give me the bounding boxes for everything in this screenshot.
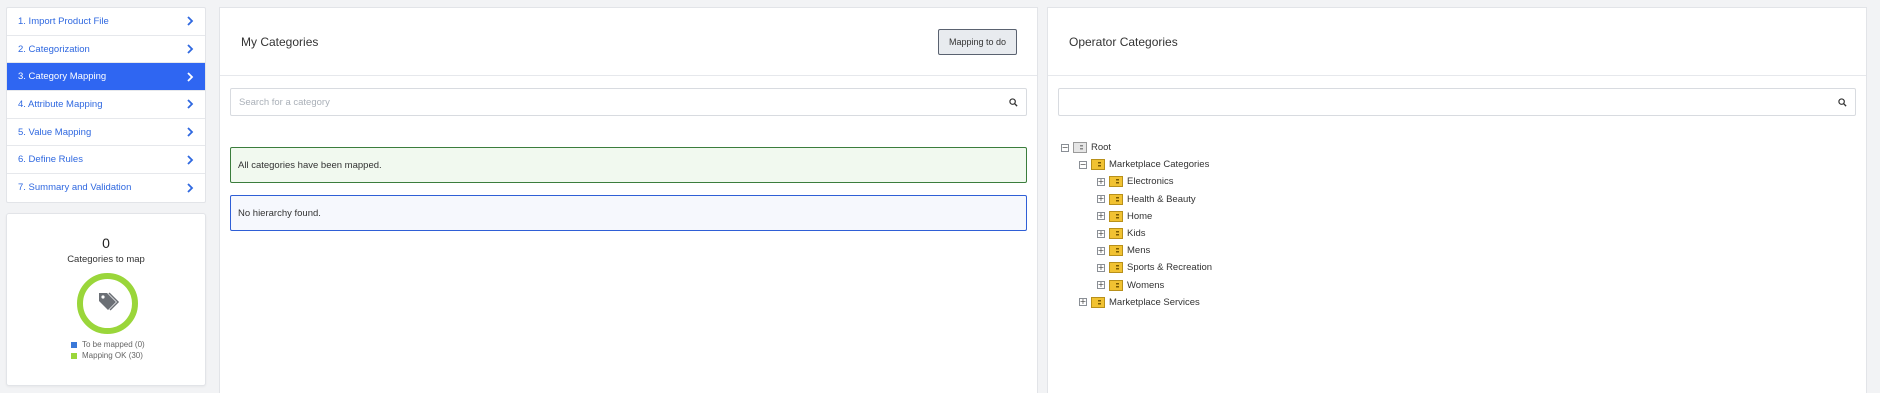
step-label: 3. Category Mapping (18, 71, 107, 83)
folder-icon (1109, 193, 1123, 205)
expand-icon[interactable]: + (1079, 298, 1087, 307)
step-summary-and-validation[interactable]: 7. Summary and Validation (7, 174, 205, 202)
mapping-to-do-button[interactable]: Mapping to do (937, 28, 1017, 55)
tree-node-label: Home (1127, 210, 1153, 222)
tree-node-label: Root (1091, 142, 1112, 154)
legend-item-mapping-ok: Mapping OK (30) (71, 350, 145, 361)
chevron-right-icon (185, 155, 195, 165)
expand-icon[interactable]: + (1097, 246, 1105, 255)
step-attribute-mapping[interactable]: 4. Attribute Mapping (7, 91, 205, 119)
operator-category-search (1058, 88, 1856, 116)
operator-search-input[interactable] (1067, 96, 1837, 108)
expand-icon[interactable]: + (1097, 229, 1105, 238)
folder-icon (1109, 176, 1123, 188)
operator-category-tree: − Root − Marketplace Categories + Electr… (1061, 139, 1212, 311)
expand-icon[interactable]: + (1097, 212, 1105, 221)
tree-node-label: Womens (1127, 279, 1165, 291)
legend-label: To be mapped (0) (82, 340, 145, 349)
expand-icon[interactable]: + (1097, 281, 1105, 290)
tag-icon (96, 290, 120, 317)
tree-node-kids[interactable]: + Kids (1061, 225, 1212, 242)
tree-node-label: Marketplace Services (1109, 296, 1200, 308)
step-import-product-file[interactable]: 1. Import Product File (7, 8, 205, 36)
step-categorization[interactable]: 2. Categorization (7, 36, 205, 64)
mapping-progress-ring (77, 273, 138, 334)
tree-node-marketplace-services[interactable]: + Marketplace Services (1061, 294, 1212, 311)
folder-icon (1109, 279, 1123, 291)
steps-nav: 1. Import Product File 2. Categorization… (6, 7, 206, 203)
chevron-right-icon (185, 16, 195, 26)
folder-icon (1109, 228, 1123, 240)
step-label: 1. Import Product File (18, 15, 109, 27)
chevron-right-icon (185, 99, 195, 110)
category-search-input[interactable] (239, 96, 1008, 108)
tree-node-womens[interactable]: + Womens (1061, 277, 1212, 294)
mapping-legend: To be mapped (0) Mapping OK (30) (71, 339, 145, 361)
folder-icon (1091, 296, 1105, 308)
chevron-right-icon (185, 44, 195, 54)
my-categories-panel: My Categories Mapping to do All categori… (219, 7, 1038, 393)
tree-node-electronics[interactable]: + Electronics (1061, 173, 1212, 190)
chevron-right-icon (185, 72, 195, 82)
operator-categories-panel: Operator Categories − Root − Marketplace… (1047, 7, 1867, 393)
step-define-rules[interactable]: 6. Define Rules (7, 146, 205, 175)
step-value-mapping[interactable]: 5. Value Mapping (7, 119, 205, 147)
chevron-right-icon (185, 183, 195, 193)
tree-node-home[interactable]: + Home (1061, 208, 1212, 225)
folder-icon (1109, 210, 1123, 222)
my-categories-header: My Categories Mapping to do (220, 8, 1037, 76)
step-label: 4. Attribute Mapping (18, 98, 103, 110)
no-hierarchy-alert: No hierarchy found. (230, 195, 1027, 231)
tree-node-label: Electronics (1127, 176, 1174, 188)
categories-to-map-count: 0 (102, 235, 110, 251)
search-icon[interactable] (1837, 97, 1847, 107)
search-icon[interactable] (1008, 97, 1018, 107)
tree-node-sports-recreation[interactable]: + Sports & Recreation (1061, 259, 1212, 276)
tree-node-label: Health & Beauty (1127, 193, 1196, 205)
collapse-icon[interactable]: − (1079, 160, 1087, 169)
step-label: 7. Summary and Validation (18, 182, 132, 194)
expand-icon[interactable]: + (1097, 195, 1105, 204)
tree-node-label: Sports & Recreation (1127, 262, 1213, 274)
legend-swatch (71, 352, 77, 359)
legend-swatch (71, 341, 77, 348)
folder-icon (1109, 245, 1123, 257)
tree-node-marketplace-categories[interactable]: − Marketplace Categories (1061, 156, 1212, 173)
tree-node-label: Marketplace Categories (1109, 159, 1210, 171)
root-folder-icon (1073, 142, 1087, 154)
operator-categories-header: Operator Categories (1048, 8, 1866, 76)
chevron-right-icon (185, 127, 195, 137)
legend-label: Mapping OK (30) (82, 351, 143, 360)
my-categories-title: My Categories (241, 34, 319, 49)
step-label: 6. Define Rules (18, 154, 83, 166)
expand-icon[interactable]: + (1097, 263, 1105, 272)
tree-node-mens[interactable]: + Mens (1061, 242, 1212, 259)
tree-node-label: Kids (1127, 228, 1146, 240)
folder-icon (1091, 159, 1105, 171)
step-label: 2. Categorization (18, 43, 90, 55)
categories-to-map-label: Categories to map (67, 254, 145, 265)
tree-node-label: Mens (1127, 245, 1151, 257)
step-label: 5. Value Mapping (18, 126, 92, 138)
folder-icon (1109, 262, 1123, 274)
collapse-icon[interactable]: − (1061, 143, 1069, 152)
category-search (230, 88, 1027, 116)
categories-to-map-card: 0 Categories to map To be mapped (0) Map… (6, 213, 206, 386)
tree-node-root[interactable]: − Root (1061, 139, 1212, 156)
step-category-mapping[interactable]: 3. Category Mapping (7, 63, 205, 92)
tree-node-health-beauty[interactable]: + Health & Beauty (1061, 191, 1212, 208)
legend-item-to-be-mapped: To be mapped (0) (71, 339, 145, 350)
operator-categories-title: Operator Categories (1069, 34, 1178, 49)
expand-icon[interactable]: + (1097, 177, 1105, 186)
all-mapped-alert: All categories have been mapped. (230, 147, 1027, 183)
